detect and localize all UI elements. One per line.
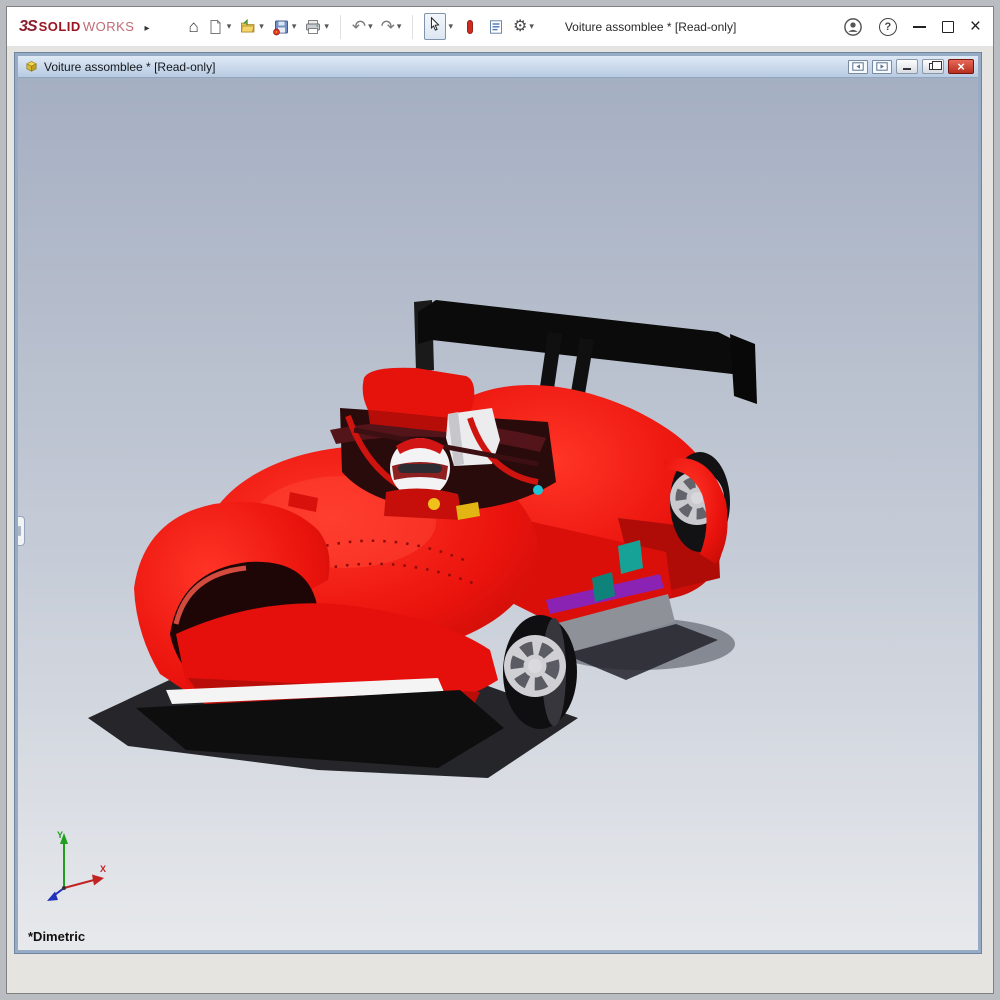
quick-access-toolbar: ⌂ ▾ ▾ xyxy=(185,11,536,42)
user-account-icon[interactable] xyxy=(843,17,863,37)
red-capsule-icon xyxy=(461,18,479,36)
doc-close-button[interactable]: × xyxy=(948,59,974,74)
dropdown-icon[interactable]: ▾ xyxy=(292,21,297,32)
dropdown-icon[interactable]: ▾ xyxy=(397,21,402,32)
toolbar-separator xyxy=(340,15,341,39)
dropdown-icon[interactable]: ▾ xyxy=(448,21,453,32)
new-document-button[interactable]: ▾ xyxy=(204,16,235,38)
red-capsule-button[interactable] xyxy=(458,16,482,38)
select-tool-pressed-frame xyxy=(424,13,446,40)
gear-icon: ⚙ xyxy=(513,19,527,35)
print-button[interactable]: ▾ xyxy=(301,16,332,38)
doc-window-controls: × xyxy=(848,59,974,74)
maximize-button[interactable] xyxy=(942,21,954,33)
save-button[interactable]: ▾ xyxy=(269,16,300,38)
document-window: Voiture assomblee * [Read-only] xyxy=(15,53,981,953)
previous-window-button[interactable] xyxy=(848,60,868,74)
dropdown-icon[interactable]: ▾ xyxy=(368,21,373,32)
toolbar-separator xyxy=(412,15,413,39)
dropdown-icon[interactable]: ▾ xyxy=(227,21,232,32)
open-folder-icon xyxy=(239,18,257,36)
side-vent xyxy=(618,540,643,574)
doc-restore-button[interactable] xyxy=(922,59,944,74)
orientation-triad: Y X xyxy=(30,826,110,910)
print-icon xyxy=(304,18,322,36)
brand-chevron-icon[interactable]: ▸ xyxy=(144,23,149,34)
options-button[interactable]: ⚙ ▾ xyxy=(510,17,537,37)
dropdown-icon[interactable]: ▾ xyxy=(259,21,264,32)
brand-solid-text: SOLID xyxy=(39,19,81,34)
window-title: Voiture assomblee * [Read-only] xyxy=(565,20,736,34)
race-car-model[interactable] xyxy=(88,300,757,778)
doc-minimize-button[interactable] xyxy=(896,59,918,74)
help-icon: ? xyxy=(885,21,892,33)
select-cursor-icon xyxy=(427,16,443,32)
driver-torso xyxy=(384,488,462,520)
redo-button[interactable]: ↷ ▾ xyxy=(378,16,405,37)
solidworks-logo: 3S SOLID WORKS ▸ xyxy=(19,18,149,36)
previous-window-icon xyxy=(852,62,864,71)
redo-icon: ↷ xyxy=(381,18,395,35)
open-button[interactable]: ▾ xyxy=(236,16,267,38)
document-title: Voiture assomblee * [Read-only] xyxy=(44,60,215,74)
next-window-button[interactable] xyxy=(872,60,892,74)
close-button[interactable]: × xyxy=(970,19,981,34)
minimize-icon xyxy=(903,68,911,70)
document-titlebar[interactable]: Voiture assomblee * [Read-only] xyxy=(18,56,978,78)
close-icon: × xyxy=(957,60,965,73)
new-document-icon xyxy=(207,18,225,36)
home-button[interactable]: ⌂ xyxy=(185,16,201,37)
minimize-button[interactable] xyxy=(913,26,926,28)
select-tool-button[interactable]: ▾ xyxy=(421,11,456,42)
home-icon: ⌂ xyxy=(188,18,198,35)
help-button[interactable]: ? xyxy=(879,18,897,36)
document-lines-icon xyxy=(487,18,505,36)
view-orientation-label: *Dimetric xyxy=(28,929,85,944)
triad-y-label: Y xyxy=(57,830,63,840)
task-pane-button[interactable] xyxy=(484,16,508,38)
solidworks-app-window: 3S SOLID WORKS ▸ ⌂ ▾ xyxy=(6,6,994,994)
car-assembly-rendering xyxy=(18,78,978,950)
dropdown-icon[interactable]: ▾ xyxy=(324,21,329,32)
main-toolbar: 3S SOLID WORKS ▸ ⌂ ▾ xyxy=(7,7,993,47)
next-window-icon xyxy=(876,62,888,71)
undo-button[interactable]: ↶ ▾ xyxy=(349,16,376,37)
save-icon xyxy=(272,18,290,36)
brand-works-text: WORKS xyxy=(83,19,135,34)
helmet-visor xyxy=(398,464,442,473)
dropdown-icon[interactable]: ▾ xyxy=(529,21,534,32)
triad-x-label: X xyxy=(100,864,106,874)
app-window-controls: ? × xyxy=(843,17,981,37)
panel-collapse-tab[interactable] xyxy=(18,516,25,546)
undo-icon: ↶ xyxy=(352,18,366,35)
graphics-viewport[interactable]: Y X *Dimetric xyxy=(18,78,978,950)
front-wheel[interactable] xyxy=(503,615,577,729)
assembly-icon xyxy=(24,59,39,74)
restore-icon xyxy=(929,63,937,70)
3ds-logo-icon: 3S xyxy=(19,18,37,36)
